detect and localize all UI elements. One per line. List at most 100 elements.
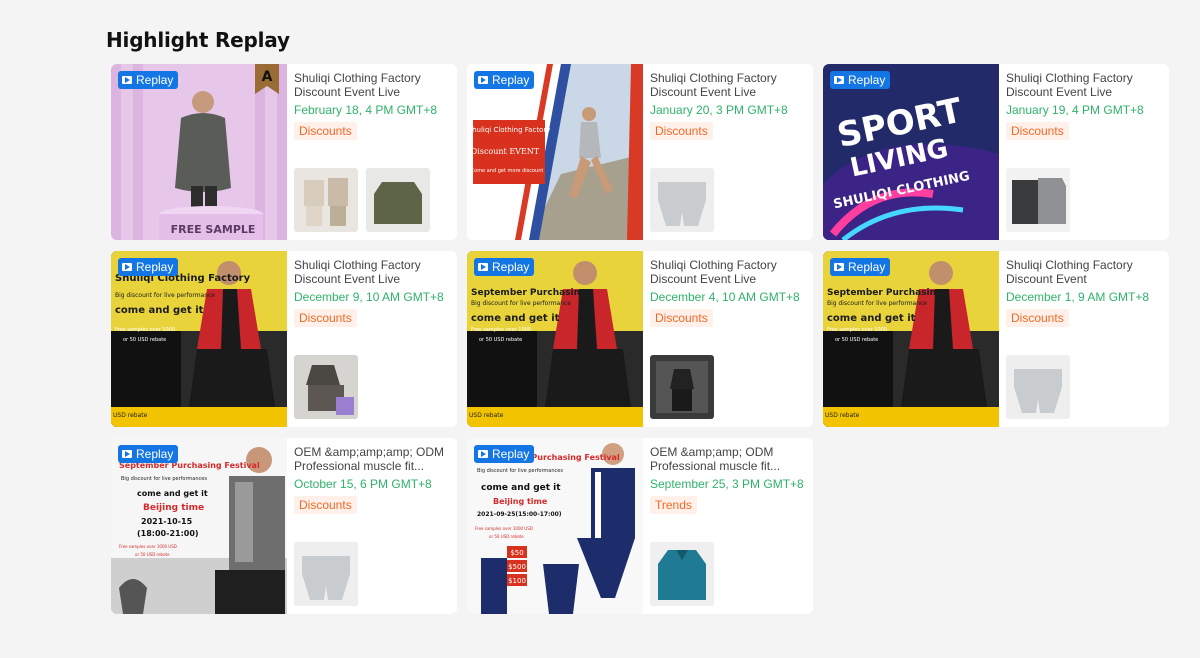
card-time: January 20, 3 PM GMT+8 [650,103,788,117]
product-thumbnail[interactable] [650,355,714,419]
replay-card[interactable]: Shuliqi Clothing Factory Discount EVENT … [467,64,813,240]
thumb-text: come and get it [115,305,204,316]
replay-badge: Replay [474,258,535,276]
replay-label: Replay [492,447,530,461]
card-title[interactable]: Shuliqi Clothing Factory Discount Event … [650,71,808,99]
product-thumbnail[interactable] [294,355,358,419]
card-tag: Discounts [1006,309,1069,327]
replay-thumbnail[interactable]: Shuliqi Clothing Factory Big discount fo… [111,251,287,427]
thumb-text: 2021-09-25(15:00-17:00) [477,511,562,518]
video-camera-icon [834,76,844,84]
thumb-text: Free samples over 1000 USD [119,544,177,549]
video-camera-icon [478,76,488,84]
thumb-text: $500 [508,563,526,571]
svg-text:A: A [262,69,273,85]
replay-card[interactable]: September Purchasing Festival Big discou… [467,438,813,614]
card-title[interactable]: OEM &amp;amp; ODM Professional muscle fi… [650,445,808,473]
thumb-text: FREE SAMPLE [171,223,256,236]
replay-label: Replay [848,260,886,274]
replay-label: Replay [136,260,174,274]
thumb-text: come and get it [137,489,208,498]
thumb-text: Shuliqi Clothing Factory [468,126,551,134]
thumb-text: Free samples over 1000 [471,327,531,333]
replay-card[interactable]: A FREE SAMPLE Replay Shuliqi Clothing Fa… [111,64,457,240]
card-title[interactable]: Shuliqi Clothing Factory Discount Event … [650,258,808,286]
thumb-text: Big discount for live performances [477,468,563,474]
thumb-text: or 50 USD rebate [489,534,524,539]
replay-badge: Replay [830,71,891,89]
card-time: December 4, 10 AM GMT+8 [650,290,800,304]
card-title[interactable]: Shuliqi Clothing Factory Discount Event … [1006,71,1164,99]
thumb-text: (18:00-21:00) [137,529,199,538]
replay-thumbnail[interactable]: September Purchasing Big discount for li… [467,251,643,427]
replay-card[interactable]: September Purchasing Big discount for li… [467,251,813,427]
product-thumbnail[interactable] [650,542,714,606]
video-camera-icon [834,263,844,271]
card-time: December 1, 9 AM GMT+8 [1006,290,1150,304]
replay-card[interactable]: September Purchasing Big discount for li… [823,251,1169,427]
thumb-text: or 50 USD rebate [135,552,170,557]
replay-card[interactable]: Shuliqi Clothing Factory Big discount fo… [111,251,457,427]
thumb-text: Beijing time [143,503,204,513]
thumb-text: Big discount for live performance [115,292,215,299]
replay-label: Replay [848,73,886,87]
thumb-text: USD rebate [113,412,148,419]
video-camera-icon [478,450,488,458]
replay-thumbnail[interactable]: A FREE SAMPLE [111,64,287,240]
section-title: Highlight Replay [106,28,290,52]
replay-badge: Replay [830,258,891,276]
card-tag: Discounts [294,496,357,514]
replay-badge: Replay [118,258,179,276]
thumb-text: come and get it [827,313,916,324]
card-time: January 19, 4 PM GMT+8 [1006,103,1144,117]
thumb-text: Beijing time [493,497,548,506]
card-tag: Discounts [1006,122,1069,140]
thumb-text: $50 [510,549,523,557]
replay-card[interactable]: September Purchasing Festival Big discou… [111,438,457,614]
card-tag: Discounts [294,122,357,140]
thumb-text: Discount EVENT [471,147,540,156]
video-camera-icon [478,263,488,271]
replay-label: Replay [136,73,174,87]
replay-badge: Replay [474,445,535,463]
video-camera-icon [122,450,132,458]
replay-label: Replay [492,73,530,87]
thumb-text: Big discount for live performances [121,476,207,482]
replay-thumbnail[interactable]: SPORT LIVING SHULIQI CLOTHING [823,64,999,240]
product-thumbnail[interactable] [650,168,714,232]
replay-thumbnail[interactable]: Shuliqi Clothing Factory Discount EVENT … [467,64,643,240]
product-thumbnail[interactable] [366,168,430,232]
card-tag: Trends [650,496,697,514]
thumb-text: or 50 USD rebate [123,337,166,343]
card-title[interactable]: Shuliqi Clothing Factory Discount Event … [294,71,452,99]
card-title[interactable]: Shuliqi Clothing Factory Discount Event … [294,258,452,286]
replay-thumbnail[interactable]: September Purchasing Big discount for li… [823,251,999,427]
card-title[interactable]: OEM &amp;amp;amp; ODM Professional muscl… [294,445,452,473]
product-thumbnail[interactable] [294,168,358,232]
thumb-text: Big discount for live performance [471,300,571,307]
product-thumbnail[interactable] [294,542,358,606]
replay-badge: Replay [474,71,535,89]
card-time: December 9, 10 AM GMT+8 [294,290,444,304]
replay-thumbnail[interactable]: September Purchasing Festival Big discou… [111,438,287,614]
card-tag: Discounts [650,122,713,140]
thumb-text: come and get it [471,313,560,324]
thumb-text: Come and get more discount [471,168,544,174]
replay-card[interactable]: SPORT LIVING SHULIQI CLOTHING Replay Shu… [823,64,1169,240]
replay-label: Replay [492,260,530,274]
thumb-text: Big discount for live performance [827,300,927,307]
thumb-text: Free samples over 1000 USD [475,526,533,531]
product-thumbnail[interactable] [1006,168,1070,232]
card-time: February 18, 4 PM GMT+8 [294,103,438,117]
thumb-text: Free samples over 1000 [115,327,175,333]
thumb-text: 2021-10-15 [141,517,193,526]
product-thumbnail[interactable] [1006,355,1070,419]
card-title[interactable]: Shuliqi Clothing Factory Discount Event [1006,258,1164,286]
thumb-text: or 50 USD rebate [835,337,878,343]
replay-thumbnail[interactable]: September Purchasing Festival Big discou… [467,438,643,614]
thumb-text: September Purchasing [827,288,942,298]
replay-label: Replay [136,447,174,461]
card-tag: Discounts [294,309,357,327]
video-camera-icon [122,76,132,84]
thumb-text: USD rebate [825,412,860,419]
